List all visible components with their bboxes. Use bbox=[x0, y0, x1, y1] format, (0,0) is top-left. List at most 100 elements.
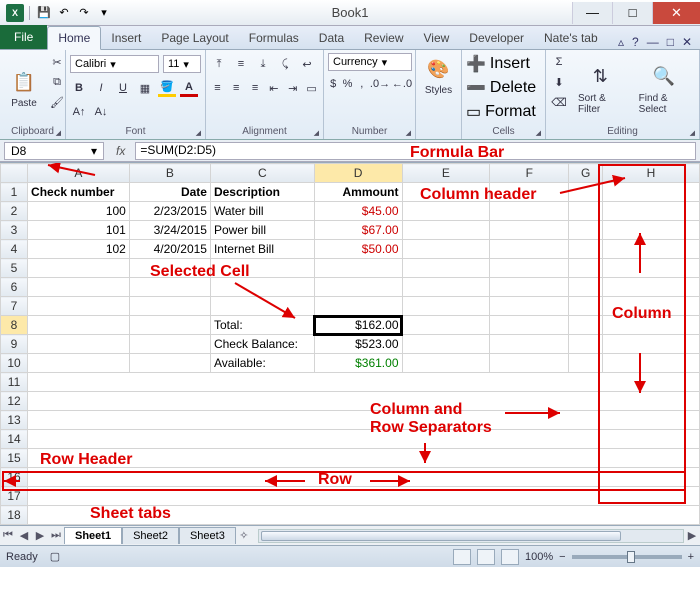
row-header[interactable]: 12 bbox=[1, 392, 28, 411]
cell[interactable]: 3/24/2015 bbox=[129, 221, 210, 240]
col-header-f[interactable]: F bbox=[490, 164, 569, 183]
border-button[interactable]: ▦ bbox=[136, 79, 154, 97]
col-header-a[interactable]: A bbox=[28, 164, 130, 183]
cell[interactable] bbox=[402, 297, 490, 316]
clear-button[interactable]: ⌫ bbox=[550, 93, 568, 111]
row-header[interactable]: 5 bbox=[1, 259, 28, 278]
cell[interactable] bbox=[210, 297, 314, 316]
minimize-button[interactable]: — bbox=[572, 2, 612, 24]
fx-button[interactable]: fx bbox=[106, 144, 135, 158]
cell[interactable] bbox=[28, 468, 700, 487]
select-all-button[interactable] bbox=[1, 164, 28, 183]
cell[interactable] bbox=[569, 297, 603, 316]
align-top-button[interactable]: ⤒ bbox=[210, 55, 228, 73]
page-break-view-button[interactable] bbox=[501, 549, 519, 565]
align-right-button[interactable]: ≡ bbox=[248, 79, 263, 97]
cell[interactable]: 2/23/2015 bbox=[129, 202, 210, 221]
delete-cells-button[interactable]: ➖Delete bbox=[466, 77, 541, 99]
zoom-in-button[interactable]: + bbox=[688, 551, 694, 563]
close-button[interactable]: ✕ bbox=[652, 2, 700, 24]
cell[interactable] bbox=[402, 259, 490, 278]
cell[interactable] bbox=[569, 316, 603, 335]
cell[interactable]: 100 bbox=[28, 202, 130, 221]
cell[interactable] bbox=[28, 449, 700, 468]
cell[interactable] bbox=[28, 411, 700, 430]
cell[interactable] bbox=[490, 335, 569, 354]
format-painter-button[interactable]: 🖌 bbox=[48, 93, 66, 111]
sheet-tab-1[interactable]: Sheet1 bbox=[64, 527, 122, 544]
tab-custom[interactable]: Nate's tab bbox=[534, 27, 608, 49]
format-cells-button[interactable]: ▭Format bbox=[466, 101, 541, 123]
cell[interactable] bbox=[402, 354, 490, 373]
sheet-tab-2[interactable]: Sheet2 bbox=[122, 527, 179, 544]
increase-decimal-button[interactable]: .0→ bbox=[371, 75, 389, 93]
row-header[interactable]: 14 bbox=[1, 430, 28, 449]
cell[interactable] bbox=[28, 354, 130, 373]
cell[interactable] bbox=[28, 316, 130, 335]
save-button[interactable]: 💾 bbox=[35, 4, 53, 22]
cell[interactable] bbox=[210, 259, 314, 278]
mdi-restore-icon[interactable]: □ bbox=[667, 35, 674, 49]
cell[interactable] bbox=[490, 240, 569, 259]
cell[interactable] bbox=[402, 316, 490, 335]
cell[interactable] bbox=[569, 202, 603, 221]
cell[interactable] bbox=[129, 297, 210, 316]
zoom-out-button[interactable]: − bbox=[559, 551, 565, 563]
sheet-tab-3[interactable]: Sheet3 bbox=[179, 527, 236, 544]
row-header[interactable]: 15 bbox=[1, 449, 28, 468]
cell[interactable] bbox=[490, 221, 569, 240]
sort-filter-button[interactable]: ⇅Sort & Filter bbox=[572, 53, 629, 124]
cell[interactable] bbox=[129, 259, 210, 278]
cell[interactable] bbox=[210, 278, 314, 297]
cell[interactable] bbox=[28, 297, 130, 316]
row-header[interactable]: 6 bbox=[1, 278, 28, 297]
row-header[interactable]: 2 bbox=[1, 202, 28, 221]
redo-button[interactable]: ↷ bbox=[75, 4, 93, 22]
find-select-button[interactable]: 🔍Find & Select bbox=[633, 53, 695, 124]
tab-view[interactable]: View bbox=[414, 27, 460, 49]
cell[interactable] bbox=[603, 316, 700, 335]
scroll-right[interactable]: ▶ bbox=[684, 529, 700, 542]
bold-button[interactable]: B bbox=[70, 79, 88, 97]
cell[interactable]: 4/20/2015 bbox=[129, 240, 210, 259]
cell[interactable] bbox=[490, 259, 569, 278]
sheet-nav-next[interactable]: ▶ bbox=[32, 529, 48, 542]
cell[interactable] bbox=[402, 202, 490, 221]
minimize-ribbon-icon[interactable]: ▵ bbox=[618, 35, 624, 49]
fill-button[interactable]: ⬇ bbox=[550, 73, 568, 91]
cell[interactable]: Total: bbox=[210, 316, 314, 335]
sheet-nav-last[interactable]: ⏭ bbox=[48, 529, 64, 542]
row-header[interactable]: 9 bbox=[1, 335, 28, 354]
row-header[interactable]: 7 bbox=[1, 297, 28, 316]
decrease-decimal-button[interactable]: ←.0 bbox=[393, 75, 411, 93]
mdi-min-icon[interactable]: — bbox=[647, 35, 659, 49]
tab-page-layout[interactable]: Page Layout bbox=[151, 27, 238, 49]
cell[interactable] bbox=[129, 278, 210, 297]
cell[interactable]: Water bill bbox=[210, 202, 314, 221]
zoom-slider[interactable] bbox=[572, 555, 682, 559]
align-left-button[interactable]: ≡ bbox=[210, 79, 225, 97]
row-header[interactable]: 17 bbox=[1, 487, 28, 506]
undo-button[interactable]: ↶ bbox=[55, 4, 73, 22]
sheet-nav-prev[interactable]: ◀ bbox=[16, 529, 32, 542]
cell[interactable]: Check Balance: bbox=[210, 335, 314, 354]
cell[interactable]: $523.00 bbox=[314, 335, 402, 354]
tab-developer[interactable]: Developer bbox=[459, 27, 534, 49]
cell[interactable] bbox=[490, 316, 569, 335]
tab-insert[interactable]: Insert bbox=[101, 27, 151, 49]
cell[interactable] bbox=[129, 354, 210, 373]
cell[interactable] bbox=[603, 240, 700, 259]
cell[interactable] bbox=[314, 297, 402, 316]
shrink-font-button[interactable]: A↓ bbox=[92, 103, 110, 121]
sheet-nav-first[interactable]: ⏮ bbox=[0, 529, 16, 542]
grow-font-button[interactable]: A↑ bbox=[70, 103, 88, 121]
col-header-b[interactable]: B bbox=[129, 164, 210, 183]
help-icon[interactable]: ? bbox=[632, 35, 639, 49]
cell[interactable] bbox=[402, 221, 490, 240]
row-header[interactable]: 4 bbox=[1, 240, 28, 259]
cut-button[interactable]: ✂ bbox=[48, 53, 66, 71]
row-header[interactable]: 11 bbox=[1, 373, 28, 392]
page-layout-view-button[interactable] bbox=[477, 549, 495, 565]
cell[interactable] bbox=[28, 278, 130, 297]
fill-color-button[interactable]: 🪣 bbox=[158, 79, 176, 97]
